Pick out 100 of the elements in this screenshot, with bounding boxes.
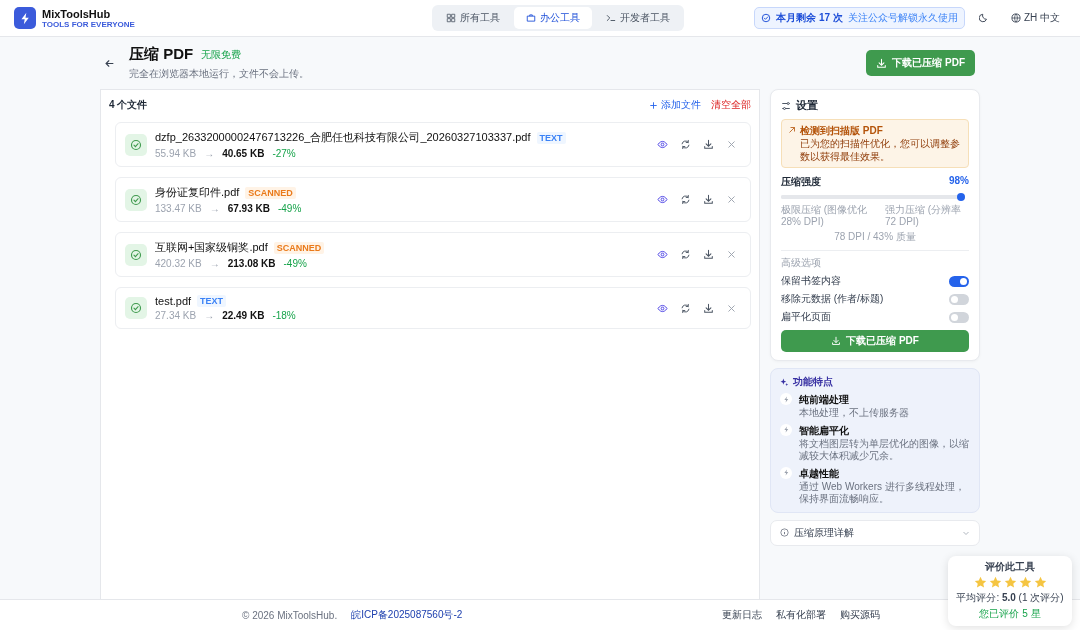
close-icon[interactable] — [726, 249, 737, 260]
size-reduction: -49% — [283, 258, 307, 269]
grid-icon — [446, 13, 456, 23]
file-name: 互联网+国家级铜奖.pdf — [155, 240, 268, 255]
details-label: 压缩原理详解 — [794, 525, 855, 540]
toggle-switch[interactable] — [949, 275, 969, 287]
feature-icon — [780, 423, 792, 436]
language-button[interactable]: ZH 中文 — [1004, 10, 1066, 26]
download-icon[interactable] — [703, 139, 714, 150]
close-icon[interactable] — [726, 194, 737, 205]
compressed-size: 40.65 KB — [222, 148, 265, 159]
strength-label: 压缩强度 — [781, 175, 821, 189]
feature-icon — [780, 393, 792, 405]
refresh-icon[interactable] — [680, 194, 691, 205]
free-label: 无限免费 — [201, 47, 242, 62]
plus-icon — [649, 100, 658, 110]
download-icon[interactable] — [703, 194, 714, 205]
refresh-icon[interactable] — [680, 139, 691, 150]
check-icon — [125, 188, 147, 211]
size-reduction: -18% — [272, 310, 296, 321]
compressed-size: 67.93 KB — [227, 203, 270, 214]
copyright-text: © 2026 MixToolsHub. — [242, 609, 338, 621]
star-icon[interactable] — [973, 576, 987, 589]
options-heading: 高级选项 — [781, 256, 822, 270]
file-type-tag: SCANNED — [273, 241, 325, 254]
refresh-icon[interactable] — [680, 249, 691, 260]
file-name: 身份证复印件.pdf — [155, 185, 240, 200]
globe-icon — [1010, 13, 1021, 23]
file-name: dzfp_26332000002476713226_合肥任也科技有限公司_20260327103337.pdf — [155, 130, 531, 145]
size-arrow: → — [204, 148, 215, 159]
download-button[interactable]: 下载已压缩 PDF — [866, 50, 975, 76]
star-icon[interactable] — [1033, 576, 1047, 589]
file-type-tag: TEXT — [197, 295, 227, 307]
moon-icon[interactable] — [978, 13, 989, 23]
close-icon[interactable] — [726, 139, 737, 150]
icp-link[interactable]: 皖ICP备2025087560号-2 — [351, 608, 463, 622]
close-icon[interactable] — [726, 302, 737, 314]
download-icon — [876, 57, 888, 69]
slider-summary: 78 DPI / 43% 质量 — [833, 230, 917, 244]
notice-title: 检测到扫描版 PDF — [800, 124, 884, 137]
info-icon — [780, 528, 789, 537]
file-name: test.pdf — [155, 295, 192, 307]
clear-all-link[interactable]: 清空全部 — [711, 98, 751, 112]
file-type-tag: SCANNED — [245, 186, 296, 199]
option-label: 保留书签内容 — [781, 274, 841, 288]
size-reduction: -27% — [272, 148, 296, 159]
briefcase-icon — [526, 13, 536, 23]
original-size: 133.47 KB — [155, 203, 202, 214]
footer-link[interactable]: 更新日志 — [722, 608, 762, 622]
preview-icon[interactable] — [657, 139, 668, 150]
toggle-switch[interactable] — [949, 293, 969, 305]
download-icon[interactable] — [703, 249, 714, 260]
size-arrow: → — [209, 203, 220, 214]
page-title: 压缩 PDF — [129, 45, 194, 64]
slider-hint: 强力压缩 (分辨率 72 DPI) — [885, 204, 963, 228]
feature-text: 将文档图层转为单层优化的图像，以缩减较大体积减少冗余。 — [799, 437, 970, 463]
file-type-tag: TEXT — [536, 131, 566, 144]
size-arrow: → — [204, 310, 215, 321]
slider-hint: 极限压缩 (图像优化 28% DPI) — [781, 204, 869, 228]
page-subtitle: 完全在浏览器本地运行，文件不会上传。 — [129, 67, 310, 81]
feature-text: 通过 Web Workers 进行多线程处理，保持界面流畅响应。 — [799, 480, 966, 506]
quota-badge[interactable]: 本月剩余 17 次 关注公众号解锁永久使用 — [754, 7, 965, 29]
refresh-icon[interactable] — [680, 302, 691, 314]
footer-link[interactable]: 购买源码 — [840, 608, 880, 622]
original-size: 27.34 KB — [155, 310, 197, 321]
toggle-switch[interactable] — [949, 311, 969, 323]
compressed-size: 213.08 KB — [227, 258, 276, 269]
star-icon[interactable] — [988, 576, 1002, 589]
star-icon[interactable] — [1003, 576, 1017, 589]
strength-value: 98% — [949, 175, 969, 188]
add-files-link[interactable]: 添加文件 — [649, 98, 701, 112]
rating-title: 评价此工具 — [985, 560, 1035, 574]
feature-title: 纯前端处理 — [799, 393, 850, 407]
rating-note: 您已评价 5 星 — [979, 607, 1041, 621]
logo-title: MixToolsHub — [42, 7, 112, 20]
download-icon[interactable] — [703, 302, 714, 314]
feature-icon — [780, 466, 792, 479]
original-size: 55.94 KB — [155, 148, 197, 159]
nav-tab[interactable]: 所有工具 — [434, 7, 512, 29]
footer-link[interactable]: 私有化部署 — [776, 608, 826, 622]
star-icon[interactable] — [1018, 576, 1032, 589]
rating-summary: 平均评分: 5.0 (1 次评分) — [956, 591, 1064, 605]
preview-icon[interactable] — [657, 249, 668, 260]
check-circle-icon — [761, 13, 772, 23]
nav-tab[interactable]: 办公工具 — [514, 7, 592, 29]
preview-icon[interactable] — [657, 302, 668, 314]
size-arrow: → — [209, 258, 220, 269]
back-arrow-icon[interactable] — [104, 57, 115, 69]
nav-tab[interactable]: 开发者工具 — [594, 7, 682, 29]
logo-subtitle: TOOLS FOR EVERYONE — [42, 19, 135, 29]
quota-count: 本月剩余 17 次 — [776, 11, 843, 25]
details-accordion[interactable]: 压缩原理详解 — [770, 519, 980, 546]
features-title: 功能特点 — [793, 375, 833, 389]
notice-text: 已为您的扫描件优化，您可以调整参数以获得最佳效果。 — [800, 137, 961, 163]
download-icon — [831, 336, 842, 346]
download-button[interactable]: 下载已压缩 PDF — [781, 330, 969, 352]
option-label: 扁平化页面 — [781, 310, 831, 324]
compressed-size: 22.49 KB — [222, 310, 265, 321]
preview-icon[interactable] — [657, 194, 668, 205]
check-icon — [125, 243, 147, 266]
